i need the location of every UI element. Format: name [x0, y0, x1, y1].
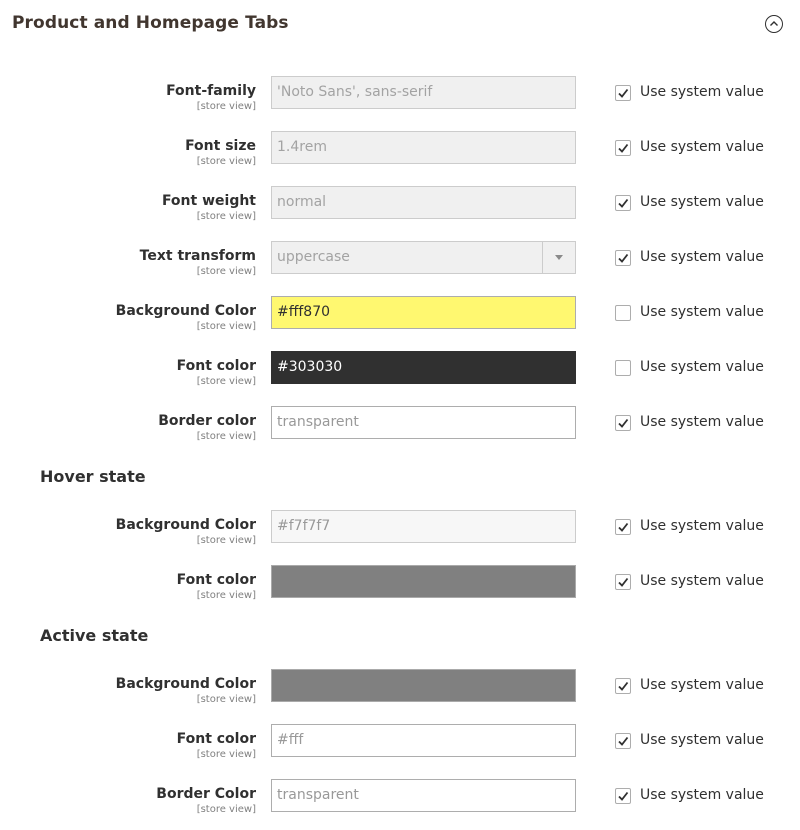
hover-font-color-input[interactable] [271, 565, 576, 598]
use-system-checkbox[interactable] [615, 250, 631, 266]
scope-label: [store view] [196, 211, 256, 222]
use-system-label[interactable]: Use system value [640, 573, 764, 589]
field-label: Font color [176, 731, 256, 747]
active-state-heading: Active state [40, 626, 149, 645]
dropdown-arrow-icon [542, 242, 575, 273]
checkmark-icon [618, 577, 629, 587]
scope-label: [store view] [196, 376, 256, 387]
field-label: Font color [176, 572, 256, 588]
form-row-font-family: Font-family [store view] 'Noto Sans', sa… [0, 76, 800, 112]
hover-background-color-input[interactable]: #f7f7f7 [271, 510, 576, 543]
use-system-checkbox[interactable] [615, 678, 631, 694]
font-color-input[interactable]: #303030 [271, 351, 576, 384]
chevron-up-icon [770, 21, 778, 26]
checkmark-icon [618, 88, 629, 98]
use-system-label[interactable]: Use system value [640, 249, 764, 265]
background-color-input[interactable]: #fff870 [271, 296, 576, 329]
form-row-font-color: Font color [store view] #303030 Use syst… [0, 351, 800, 387]
use-system-checkbox[interactable] [615, 195, 631, 211]
scope-label: [store view] [196, 156, 256, 167]
form-row-text-transform: Text transform [store view] uppercase Us… [0, 241, 800, 277]
checkmark-icon [618, 143, 629, 153]
text-transform-select[interactable]: uppercase [271, 241, 576, 274]
checkmark-icon [618, 253, 629, 263]
form-row-active-font-color: Font color [store view] #fff Use system … [0, 724, 800, 760]
scope-label: [store view] [196, 694, 256, 705]
field-label: Font weight [161, 193, 256, 209]
border-color-input[interactable]: transparent [271, 406, 576, 439]
use-system-label[interactable]: Use system value [640, 787, 764, 803]
use-system-checkbox[interactable] [615, 305, 631, 321]
checkmark-icon [618, 522, 629, 532]
field-label: Text transform [139, 248, 256, 264]
scope-label: [store view] [196, 749, 256, 760]
checkmark-icon [618, 198, 629, 208]
use-system-checkbox[interactable] [615, 733, 631, 749]
font-weight-input[interactable]: normal [271, 186, 576, 219]
use-system-label[interactable]: Use system value [640, 677, 764, 693]
scope-label: [store view] [196, 535, 256, 546]
section-title[interactable]: Product and Homepage Tabs [12, 13, 289, 33]
use-system-checkbox[interactable] [615, 788, 631, 804]
use-system-label[interactable]: Use system value [640, 518, 764, 534]
font-size-input[interactable]: 1.4rem [271, 131, 576, 164]
use-system-label[interactable]: Use system value [640, 139, 764, 155]
active-font-color-input[interactable]: #fff [271, 724, 576, 757]
form-row-hover-font-color: Font color [store view] Use system value [0, 565, 800, 601]
active-border-color-input[interactable]: transparent [271, 779, 576, 812]
use-system-label[interactable]: Use system value [640, 359, 764, 375]
field-label: Border color [158, 413, 256, 429]
scope-label: [store view] [196, 431, 256, 442]
use-system-checkbox[interactable] [615, 360, 631, 376]
scope-label: [store view] [196, 101, 256, 112]
collapse-button[interactable] [765, 15, 783, 33]
form-row-font-size: Font size [store view] 1.4rem Use system… [0, 131, 800, 167]
scope-label: [store view] [196, 804, 256, 815]
scope-label: [store view] [196, 321, 256, 332]
field-label: Font size [185, 138, 256, 154]
form-row-background-color: Background Color [store view] #fff870 Us… [0, 296, 800, 332]
checkmark-icon [618, 791, 629, 801]
form-row-border-color: Border color [store view] transparent Us… [0, 406, 800, 442]
checkmark-icon [618, 418, 629, 428]
field-label: Font color [176, 358, 256, 374]
field-label: Background Color [115, 303, 256, 319]
use-system-checkbox[interactable] [615, 140, 631, 156]
use-system-label[interactable]: Use system value [640, 304, 764, 320]
form-row-hover-background-color: Background Color [store view] #f7f7f7 Us… [0, 510, 800, 546]
use-system-checkbox[interactable] [615, 85, 631, 101]
checkmark-icon [618, 736, 629, 746]
field-label: Background Color [115, 517, 256, 533]
field-label: Background Color [115, 676, 256, 692]
scope-label: [store view] [196, 266, 256, 277]
form-row-active-background-color: Background Color [store view] Use system… [0, 669, 800, 705]
field-label: Font-family [166, 83, 256, 99]
checkmark-icon [618, 681, 629, 691]
font-family-input[interactable]: 'Noto Sans', sans-serif [271, 76, 576, 109]
use-system-label[interactable]: Use system value [640, 414, 764, 430]
use-system-checkbox[interactable] [615, 415, 631, 431]
use-system-checkbox[interactable] [615, 519, 631, 535]
scope-label: [store view] [196, 590, 256, 601]
active-background-color-input[interactable] [271, 669, 576, 702]
use-system-label[interactable]: Use system value [640, 84, 764, 100]
select-value: uppercase [277, 249, 350, 265]
form-row-font-weight: Font weight [store view] normal Use syst… [0, 186, 800, 222]
hover-state-heading: Hover state [40, 467, 146, 486]
field-label: Border Color [156, 786, 256, 802]
use-system-checkbox[interactable] [615, 574, 631, 590]
use-system-label[interactable]: Use system value [640, 732, 764, 748]
form-row-active-border-color: Border Color [store view] transparent Us… [0, 779, 800, 815]
use-system-label[interactable]: Use system value [640, 194, 764, 210]
